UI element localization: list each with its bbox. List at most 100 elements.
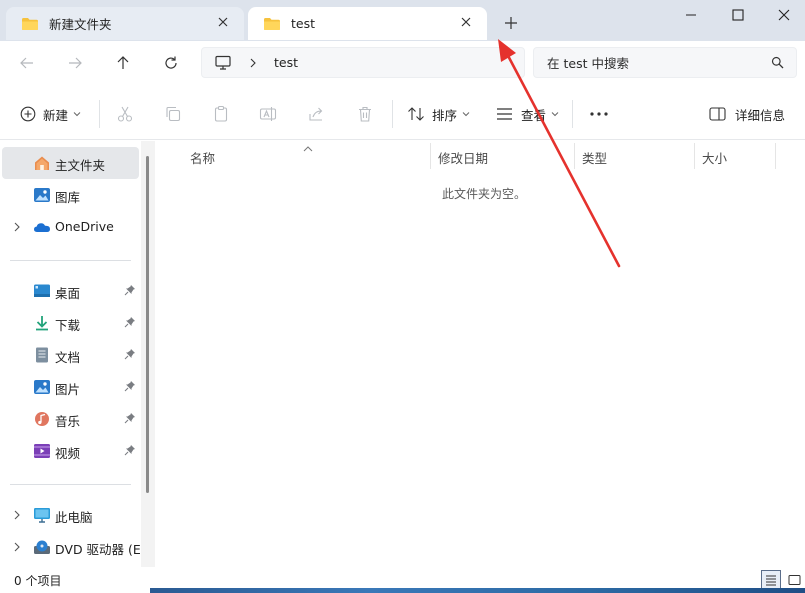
column-header-name[interactable]: 名称 — [190, 148, 215, 167]
sidebar-item-dvd[interactable]: DVD 驱动器 (E: — [2, 531, 145, 563]
sidebar-divider — [10, 484, 131, 485]
documents-icon — [33, 347, 51, 363]
address-bar[interactable]: test — [201, 47, 525, 78]
new-label: 新建 — [43, 107, 69, 123]
details-pane-button[interactable]: 详细信息 — [709, 102, 785, 126]
tab-test[interactable]: test — [248, 7, 487, 40]
desktop-background-strip — [150, 588, 805, 593]
videos-icon — [33, 443, 51, 459]
sort-label: 排序 — [432, 107, 458, 123]
sidebar-item-label: 视频 — [55, 446, 81, 461]
tiles-view-icon[interactable] — [784, 570, 804, 589]
search-input[interactable] — [547, 54, 762, 72]
tab-label: 新建文件夹 — [49, 17, 112, 32]
chevron-right-icon[interactable] — [12, 541, 22, 556]
pin-icon[interactable] — [124, 412, 136, 427]
pin-icon[interactable] — [124, 284, 136, 299]
sidebar-item-home[interactable]: 主文件夹 — [2, 147, 139, 179]
tab-label: test — [291, 16, 316, 31]
view-button[interactable]: 查看 — [496, 102, 559, 126]
sidebar-item-desktop[interactable]: 桌面 — [2, 275, 139, 307]
chevron-down-icon — [462, 111, 470, 117]
close-tab-icon[interactable] — [459, 15, 473, 29]
tab-new-folder[interactable]: 新建文件夹 — [6, 7, 244, 40]
pin-icon[interactable] — [124, 380, 136, 395]
pin-icon[interactable] — [124, 444, 136, 459]
add-circle-icon — [20, 106, 36, 122]
back-icon[interactable] — [17, 53, 37, 73]
sidebar-item-pictures[interactable]: 图片 — [2, 371, 139, 403]
search-box[interactable] — [533, 47, 797, 78]
title-bar: 新建文件夹 test — [0, 0, 805, 41]
sidebar-scrollbar[interactable] — [141, 141, 155, 567]
rename-icon[interactable] — [259, 102, 277, 126]
column-divider[interactable] — [775, 143, 776, 169]
delete-icon[interactable] — [356, 102, 374, 126]
paste-icon[interactable] — [212, 102, 230, 126]
column-divider[interactable] — [574, 143, 575, 169]
chevron-right-icon[interactable] — [12, 509, 22, 524]
sidebar-item-label: 音乐 — [55, 414, 81, 429]
minimize-icon[interactable] — [668, 0, 714, 30]
view-list-icon — [496, 107, 513, 121]
up-icon[interactable] — [113, 53, 133, 73]
search-icon[interactable] — [771, 56, 784, 72]
file-list: 名称 修改日期 类型 大小 此文件夹为空。 — [156, 141, 805, 567]
forward-icon[interactable] — [65, 53, 85, 73]
sidebar-item-videos[interactable]: 视频 — [2, 435, 139, 467]
pin-icon[interactable] — [124, 316, 136, 331]
computer-icon — [214, 55, 232, 74]
sidebar-item-label: 此电脑 — [55, 510, 93, 525]
details-pane-icon — [709, 107, 726, 121]
column-divider[interactable] — [694, 143, 695, 169]
scrollbar-thumb[interactable] — [146, 156, 149, 493]
maximize-icon[interactable] — [715, 0, 761, 30]
sidebar-item-label: 图库 — [55, 190, 81, 205]
pin-icon[interactable] — [124, 348, 136, 363]
sidebar-item-label: 文档 — [55, 350, 81, 365]
cut-icon[interactable] — [116, 102, 134, 126]
sidebar-item-onedrive[interactable]: OneDrive — [2, 211, 139, 243]
refresh-icon[interactable] — [161, 53, 181, 73]
sidebar-item-label: 图片 — [55, 382, 81, 397]
command-bar: 新建 排序 查看 详细信息 — [0, 88, 805, 140]
column-header-type[interactable]: 类型 — [582, 148, 607, 167]
view-label: 查看 — [521, 107, 547, 123]
sidebar-item-label: 主文件夹 — [55, 158, 106, 173]
chevron-down-icon — [551, 111, 559, 117]
details-view-icon[interactable] — [761, 570, 781, 589]
copy-icon[interactable] — [164, 102, 182, 126]
gallery-icon — [33, 187, 51, 203]
new-button[interactable]: 新建 — [20, 102, 81, 126]
sidebar-item-music[interactable]: 音乐 — [2, 403, 139, 435]
chevron-right-icon[interactable] — [248, 57, 258, 72]
navigation-pane: 主文件夹 图库 OneDrive 桌面 下载 文档 图片 音乐 视频 此电脑 D… — [0, 141, 145, 567]
breadcrumb-test[interactable]: test — [274, 55, 298, 70]
sidebar-item-gallery[interactable]: 图库 — [2, 179, 139, 211]
sidebar-item-this-pc[interactable]: 此电脑 — [2, 499, 139, 531]
pictures-icon — [33, 379, 51, 395]
toolbar-divider — [392, 100, 393, 128]
toolbar-divider — [99, 100, 100, 128]
column-divider[interactable] — [430, 143, 431, 169]
sidebar-item-downloads[interactable]: 下载 — [2, 307, 139, 339]
desktop-icon — [33, 283, 51, 299]
home-icon — [33, 155, 51, 171]
close-tab-icon[interactable] — [216, 15, 230, 29]
close-window-icon[interactable] — [761, 0, 805, 30]
sort-ascending-icon — [303, 141, 313, 155]
column-header-modified[interactable]: 修改日期 — [438, 148, 488, 167]
sidebar-divider — [10, 260, 131, 261]
more-options-icon[interactable] — [589, 102, 609, 126]
dvd-drive-icon — [33, 539, 51, 555]
empty-folder-message: 此文件夹为空。 — [442, 187, 527, 201]
sidebar-item-documents[interactable]: 文档 — [2, 339, 139, 371]
folder-icon — [21, 17, 39, 31]
chevron-right-icon[interactable] — [12, 221, 22, 236]
chevron-down-icon — [73, 111, 81, 117]
new-tab-icon[interactable] — [501, 13, 521, 33]
column-header-size[interactable]: 大小 — [702, 148, 727, 167]
share-icon[interactable] — [308, 102, 326, 126]
sort-button[interactable]: 排序 — [407, 102, 470, 126]
onedrive-icon — [33, 219, 51, 235]
